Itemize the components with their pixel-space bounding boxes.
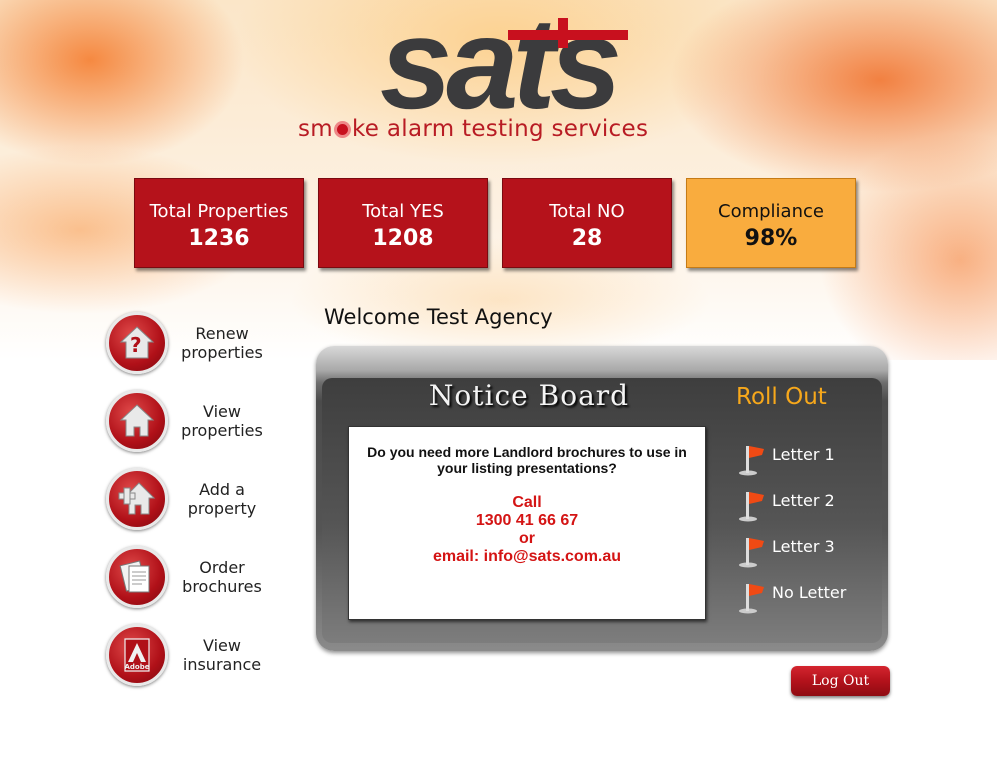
notice-board-title: Notice Board: [428, 379, 630, 412]
stat-value: 1236: [188, 226, 250, 251]
sidebar-item-view-insurance[interactable]: Adobe View insurance: [106, 624, 276, 690]
stat-total-properties: Total Properties 1236: [134, 178, 304, 268]
rollout-item-label: Letter 1: [772, 445, 835, 464]
notice-board-panel: Notice Board Roll Out Do you need more L…: [316, 346, 888, 651]
flag-icon: [739, 538, 764, 568]
sidebar-item-label: Renew properties: [181, 324, 263, 362]
notice-phone: 1300 41 66 67: [475, 512, 579, 529]
stat-compliance: Compliance 98%: [686, 178, 856, 268]
sidebar-item-label: View insurance: [182, 636, 262, 674]
notice-message-box: Do you need more Landlord brochures to u…: [348, 426, 706, 620]
logo-tagline: sm ke alarm testing services: [298, 116, 649, 142]
stat-label: Total YES: [362, 201, 444, 222]
stat-value: 98%: [744, 226, 798, 251]
stat-value: 1208: [372, 226, 434, 251]
rollout-no-letter[interactable]: No Letter: [736, 580, 876, 614]
notice-call: Call: [512, 494, 542, 511]
welcome-message: Welcome Test Agency: [324, 305, 553, 329]
rollout-letter-1[interactable]: Letter 1: [736, 442, 876, 476]
svg-text:?: ?: [130, 333, 142, 357]
sidebar-item-order-brochures[interactable]: Order brochures: [106, 546, 276, 612]
sidebar-item-label: Order brochures: [182, 558, 262, 596]
stat-total-no: Total NO 28: [502, 178, 672, 268]
stat-value: 28: [571, 226, 603, 251]
rollout-item-label: Letter 3: [772, 537, 835, 556]
sidebar-item-view-properties[interactable]: View properties: [106, 390, 276, 456]
stat-label: Total NO: [549, 201, 625, 222]
rollout-letter-2[interactable]: Letter 2: [736, 488, 876, 522]
smoke-alarm-dot-icon: [334, 121, 351, 138]
rollout-item-label: No Letter: [772, 583, 847, 602]
notice-question: Do you need more Landlord brochures to u…: [367, 444, 687, 476]
flag-icon: [739, 584, 764, 614]
rollout-title: Roll Out: [736, 384, 827, 410]
rollout-letter-3[interactable]: Letter 3: [736, 534, 876, 568]
adobe-icon: Adobe: [106, 624, 168, 686]
svg-text:Adobe: Adobe: [125, 663, 150, 671]
rollout-item-label: Letter 2: [772, 491, 835, 510]
notice-or: or: [519, 530, 535, 547]
sidebar-item-add-property[interactable]: Add a property: [106, 468, 276, 534]
house-plus-icon: [106, 468, 168, 530]
logo-wordmark: sats: [380, 4, 618, 116]
stat-label: Compliance: [718, 201, 824, 222]
flag-icon: [739, 492, 764, 522]
brochure-icon: [106, 546, 168, 608]
logout-button[interactable]: Log Out: [791, 666, 890, 696]
sidebar-item-renew-properties[interactable]: ? Renew properties: [106, 312, 276, 378]
stat-label: Total Properties: [149, 201, 289, 222]
sidebar-item-label: Add a property: [187, 480, 257, 518]
house-icon: [106, 390, 168, 452]
stat-total-yes: Total YES 1208: [318, 178, 488, 268]
flag-icon: [739, 446, 764, 476]
notice-email[interactable]: email: info@sats.com.au: [349, 548, 705, 566]
house-question-icon: ?: [106, 312, 168, 374]
sidebar-item-label: View properties: [181, 402, 263, 440]
